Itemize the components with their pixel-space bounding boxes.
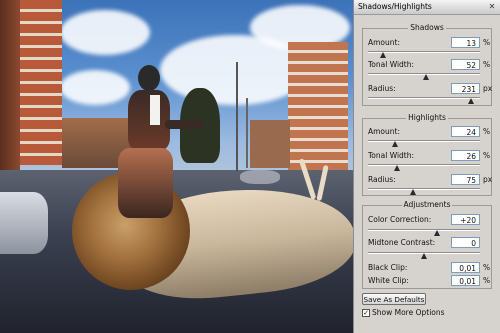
highlights-radius-label: Radius: [368,175,396,184]
shadows-group-label: Shadows [408,23,446,32]
highlights-radius-slider[interactable] [368,188,480,195]
midtone-contrast-field[interactable]: 0 [451,237,480,248]
lamp-post [246,98,248,168]
adjustments-group: Adjustments Color Correction: +20 Midton… [362,200,492,289]
rider-scarf [150,95,160,125]
slider-thumb-icon[interactable] [421,253,427,259]
save-as-defaults-button[interactable]: Save As Defaults [362,293,426,305]
highlights-tonal-width-unit: % [483,151,491,160]
lamp-post [236,62,238,172]
rider-torso [128,90,170,150]
dialog-titlebar[interactable]: Shadows/Highlights ✕ [354,0,500,15]
adjustments-group-label: Adjustments [401,200,453,209]
shadows-group: Shadows Amount: 13 % Tonal Width: 52 % R… [362,23,493,106]
close-icon[interactable]: ✕ [487,2,497,11]
building-left-shadow [0,0,20,170]
dialog-title: Shadows/Highlights [358,2,432,11]
shadows-tonal-width-field[interactable]: 52 [451,59,480,70]
shadows-amount-label: Amount: [368,38,400,47]
midtone-contrast-slider[interactable] [368,252,480,259]
shadows-radius-slider[interactable] [368,97,480,104]
rider-legs [118,148,173,218]
building-right-far [250,120,290,168]
cloud [60,10,150,55]
slider-thumb-icon[interactable] [468,98,475,104]
highlights-amount-label: Amount: [368,127,400,136]
highlights-amount-field[interactable]: 24 [451,126,480,137]
highlights-tonal-width-label: Tonal Width: [368,151,415,160]
show-more-options-checkbox[interactable]: ✓ [362,309,370,317]
highlights-amount-unit: % [483,127,491,136]
car-right [240,170,280,184]
rider-arm [165,120,203,129]
rider-head [138,65,160,91]
slider-thumb-icon[interactable] [434,230,441,236]
shadows-amount-unit: % [483,38,491,47]
shadows-tonal-width-label: Tonal Width: [368,60,415,69]
slider-thumb-icon[interactable] [423,74,430,80]
shadows-amount-slider[interactable] [368,51,480,58]
highlights-radius-field[interactable]: 75 [451,174,480,185]
shadows-amount-field[interactable]: 13 [451,37,480,48]
building-right [288,42,348,170]
midtone-contrast-label: Midtone Contrast: [368,238,436,247]
color-correction-slider[interactable] [368,229,480,236]
highlights-radius-unit: px [483,175,493,184]
highlights-group-label: Highlights [406,113,448,122]
shadows-highlights-dialog: Shadows/Highlights ✕ Shadows Amount: 13 … [353,0,500,333]
shadows-tonal-width-slider[interactable] [368,73,480,80]
slider-thumb-icon[interactable] [391,141,398,147]
slider-thumb-icon[interactable] [379,52,386,58]
highlights-tonal-width-field[interactable]: 26 [451,150,480,161]
highlights-group: Highlights Amount: 24 % Tonal Width: 26 … [362,113,493,196]
black-clip-field[interactable]: 0,01 [451,262,480,273]
white-clip-field[interactable]: 0,01 [451,275,480,286]
white-clip-unit: % [483,276,491,285]
black-clip-unit: % [483,263,491,272]
white-clip-label: White Clip: [368,276,409,285]
cloud [60,70,130,105]
slider-thumb-icon[interactable] [394,165,401,171]
highlights-amount-slider[interactable] [368,140,480,147]
shadows-radius-field[interactable]: 231 [451,83,480,94]
shadows-tonal-width-unit: % [483,60,491,69]
car-left [0,192,48,254]
show-more-options-label[interactable]: Show More Options [372,308,445,317]
highlights-tonal-width-slider[interactable] [368,164,480,171]
shadows-radius-label: Radius: [368,84,396,93]
slider-thumb-icon[interactable] [409,189,416,195]
shadows-radius-unit: px [483,84,493,93]
black-clip-label: Black Clip: [368,263,408,272]
color-correction-field[interactable]: +20 [451,214,480,225]
color-correction-label: Color Correction: [368,215,432,224]
